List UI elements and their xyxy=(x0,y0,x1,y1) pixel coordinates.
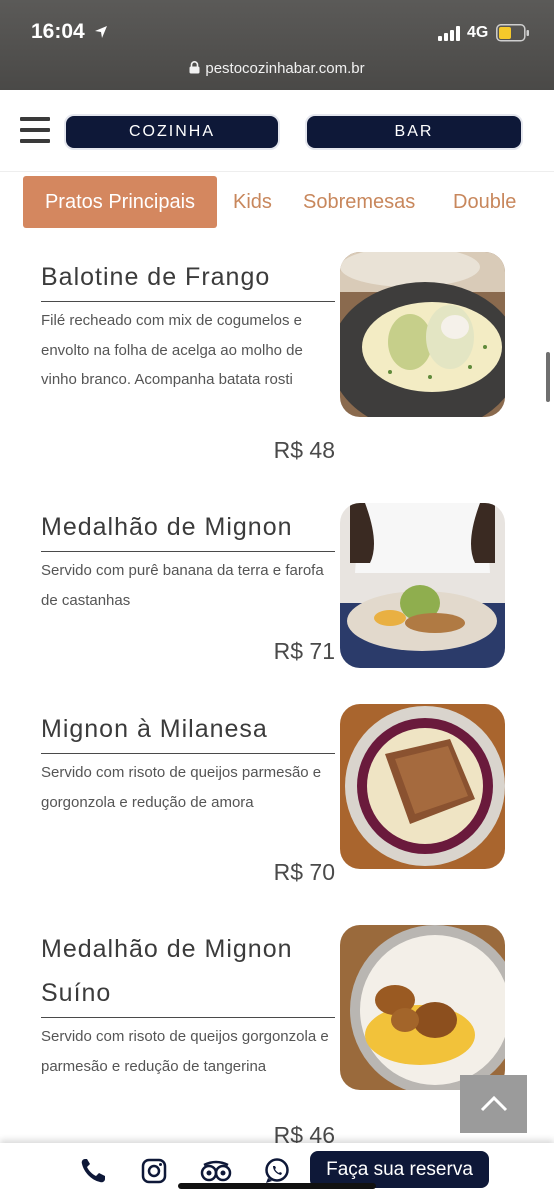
tripadvisor-icon[interactable] xyxy=(200,1157,232,1185)
back-to-top-button[interactable] xyxy=(460,1075,527,1133)
phone-icon[interactable] xyxy=(79,1157,107,1185)
hamburger-icon[interactable] xyxy=(20,117,50,145)
dish-divider xyxy=(41,551,335,552)
instagram-icon[interactable] xyxy=(140,1157,168,1185)
dish-title: Medalhão de Mignon xyxy=(41,513,293,541)
status-time: 16:04 xyxy=(31,20,85,43)
signal-icon xyxy=(438,26,460,41)
dish-divider xyxy=(41,301,335,302)
dish-title: Suíno xyxy=(41,979,112,1007)
dish-photo[interactable] xyxy=(340,925,505,1090)
dish-description: Filé recheado com mix de cogumelos e env… xyxy=(41,312,303,388)
location-arrow-icon xyxy=(95,26,107,38)
url-bar[interactable]: pestocozinhabar.com.br xyxy=(0,60,554,77)
dish-divider xyxy=(41,753,335,754)
category-double[interactable]: Double xyxy=(453,176,516,228)
dish-photo[interactable] xyxy=(340,704,505,869)
dish-title: Balotine de Frango xyxy=(41,263,271,291)
url-text: pestocozinhabar.com.br xyxy=(205,60,365,77)
dish-photo[interactable] xyxy=(340,252,505,417)
scrollbar[interactable] xyxy=(546,352,550,402)
dish-price: R$ 70 xyxy=(273,859,335,885)
dish-description: Servido com purê banana da terra e farof… xyxy=(41,562,324,609)
dish-description: Servido com risoto de queijos parmesão e… xyxy=(41,764,322,811)
status-bar: 16:04 4G pestocozinhabar.com.br xyxy=(0,0,554,90)
category-pratos-principais[interactable]: Pratos Principais xyxy=(23,176,217,228)
dish-description: Servido com risoto de queijos gorgonzola… xyxy=(41,1028,329,1075)
battery-icon xyxy=(496,24,529,42)
category-sobremesas[interactable]: Sobremesas xyxy=(303,176,415,228)
network-type: 4G xyxy=(467,24,489,41)
screen: 16:04 4G pestocozinhabar.com.br COZINHA … xyxy=(0,0,554,1200)
whatsapp-icon[interactable] xyxy=(263,1157,291,1185)
dish-price: R$ 71 xyxy=(273,638,335,664)
dish-title: Mignon à Milanesa xyxy=(41,715,268,743)
dish-photo[interactable] xyxy=(340,503,505,668)
dish-divider xyxy=(41,1017,335,1018)
lock-icon xyxy=(189,61,200,74)
dish-title: Medalhão de Mignon xyxy=(41,935,293,963)
home-indicator xyxy=(178,1183,376,1189)
category-kids[interactable]: Kids xyxy=(233,176,272,228)
dish-price: R$ 48 xyxy=(273,437,335,463)
tab-bar[interactable]: BAR xyxy=(307,116,521,148)
chevron-up-icon xyxy=(480,1095,508,1112)
tab-cozinha[interactable]: COZINHA xyxy=(66,116,278,148)
